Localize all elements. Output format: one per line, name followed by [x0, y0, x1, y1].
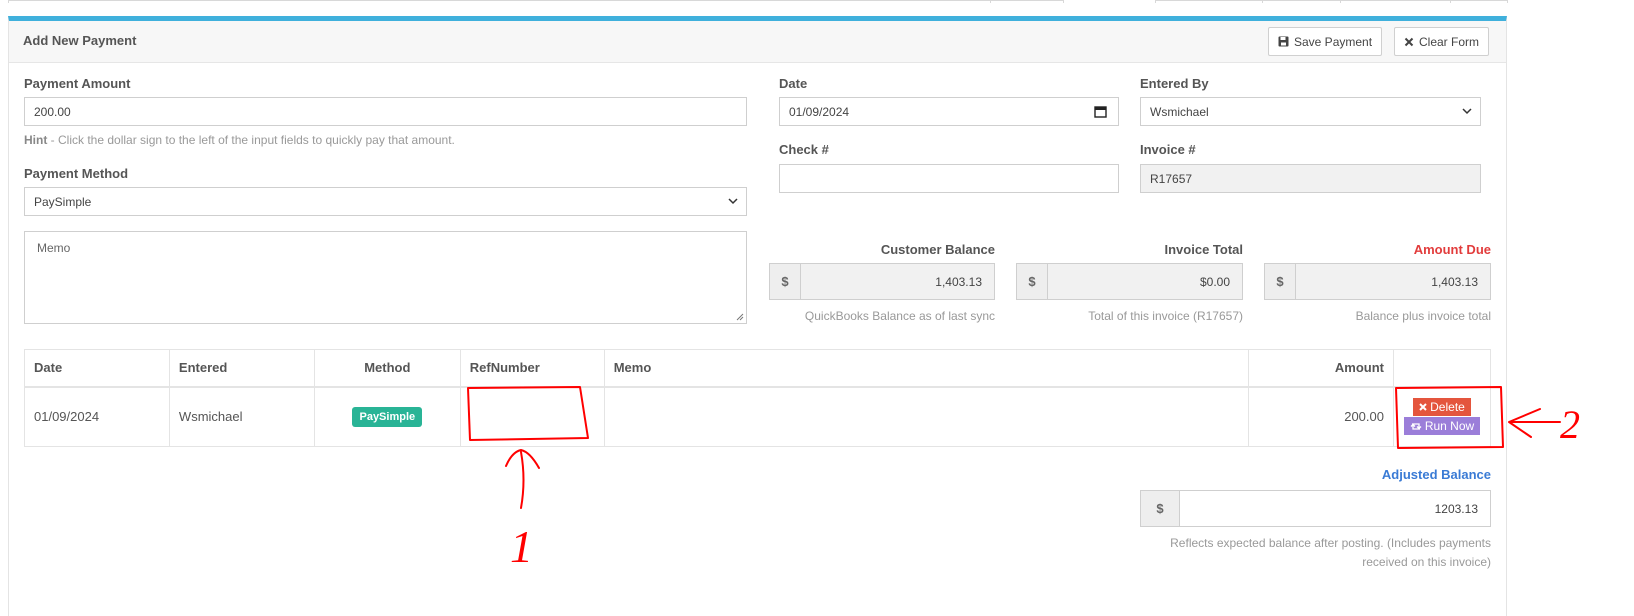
customer-balance-value: 1,403.13 — [935, 274, 982, 289]
method-badge: PaySimple — [352, 406, 423, 427]
clear-form-label: Clear Form — [1419, 34, 1480, 49]
column-header-method: Method — [313, 349, 461, 388]
date-value: 01/09/2024 — [789, 104, 850, 119]
close-icon — [1419, 403, 1427, 411]
memo-placeholder: Memo — [37, 241, 71, 255]
adjusted-balance-label: Adjusted Balance — [1381, 467, 1491, 482]
payment-amount-label: Payment Amount — [24, 76, 131, 91]
invoice-total-note: Total of this invoice (R17657) — [1088, 309, 1243, 323]
entered-by-select[interactable]: Wsmichael — [1140, 97, 1481, 126]
column-header-amount: Amount — [1248, 349, 1394, 388]
customer-balance-field: 1,403.13 — [800, 263, 995, 300]
amount-due-field: 1,403.13 — [1295, 263, 1491, 300]
calendar-icon[interactable] — [1094, 105, 1107, 118]
close-icon — [1404, 37, 1414, 47]
annotation-label-2: 2 — [1560, 402, 1580, 447]
payment-amount-input[interactable]: 200.00 — [24, 97, 747, 126]
memo-textarea[interactable]: Memo — [24, 231, 747, 324]
payment-hint: Hint - Click the dollar sign to the left… — [24, 133, 455, 147]
cell-method: PaySimple — [313, 386, 461, 447]
cell-memo — [603, 386, 1250, 447]
amount-due-label: Amount Due — [1413, 242, 1491, 257]
panel-title: Add New Payment — [23, 33, 137, 48]
adjusted-balance-dollar: $ — [1140, 490, 1180, 527]
chevron-down-icon — [1462, 108, 1472, 115]
annotation-arrow-2 — [1508, 408, 1561, 438]
date-input[interactable]: 01/09/2024 — [779, 97, 1119, 126]
delete-button[interactable]: Delete — [1413, 398, 1471, 417]
adjusted-balance-value: 1203.13 — [1434, 501, 1478, 516]
table-row: 01/09/2024 Wsmichael PaySimple 200.00 De… — [24, 386, 1492, 447]
chevron-down-icon — [728, 198, 738, 205]
check-label: Check # — [779, 142, 829, 157]
column-header-memo: Memo — [603, 349, 1250, 388]
delete-label: Delete — [1430, 400, 1465, 415]
cell-entered: Wsmichael — [168, 386, 315, 447]
entered-by-value: Wsmichael — [1150, 104, 1209, 119]
adjusted-balance-field: 1203.13 — [1179, 490, 1491, 527]
payment-method-value: PaySimple — [34, 194, 92, 209]
cell-amount: 200.00 — [1248, 386, 1394, 447]
invoice-total-value: $0.00 — [1199, 274, 1230, 289]
entered-by-label: Entered By — [1140, 76, 1209, 91]
payment-amount-value: 200.00 — [34, 104, 71, 119]
amount-due-dollar-button[interactable]: $ — [1264, 263, 1296, 300]
date-label: Date — [779, 76, 808, 91]
cell-date: 01/09/2024 — [24, 386, 170, 447]
resize-handle-icon[interactable] — [736, 313, 744, 321]
invoice-total-label: Invoice Total — [1164, 242, 1244, 257]
save-payment-button[interactable]: Save Payment — [1268, 27, 1383, 56]
clear-form-button[interactable]: Clear Form — [1394, 27, 1490, 56]
adjusted-balance-note: Reflects expected balance after posting.… — [1100, 534, 1491, 572]
payment-method-label: Payment Method — [24, 166, 129, 181]
save-icon — [1278, 36, 1289, 47]
payment-method-select[interactable]: PaySimple — [24, 187, 747, 216]
table-header-row: Date Entered Method RefNumber Memo Amoun… — [24, 349, 1492, 388]
payments-table: Date Entered Method RefNumber Memo Amoun… — [24, 349, 1492, 447]
amount-due-note: Balance plus invoice total — [1355, 309, 1491, 323]
adjusted-note-line1: Reflects expected balance after posting.… — [1170, 536, 1491, 550]
check-input[interactable] — [779, 164, 1119, 193]
save-payment-label: Save Payment — [1294, 34, 1373, 49]
run-now-button[interactable]: Run Now — [1403, 417, 1481, 436]
customer-balance-dollar-button[interactable]: $ — [769, 263, 801, 300]
column-header-refnumber: RefNumber — [459, 349, 605, 388]
invoice-value: R17657 — [1150, 171, 1193, 186]
customer-balance-note: QuickBooks Balance as of last sync — [804, 309, 995, 323]
hint-prefix: Hint — [24, 133, 48, 147]
invoice-total-field: $0.00 — [1047, 263, 1243, 300]
invoice-input[interactable]: R17657 — [1140, 164, 1481, 193]
column-header-entered: Entered — [168, 349, 315, 388]
adjusted-note-line2: received on this invoice) — [1362, 555, 1491, 569]
cell-actions: Delete Run Now — [1392, 386, 1492, 447]
invoice-label: Invoice # — [1140, 142, 1196, 157]
top-strip — [0, 0, 1634, 3]
retweet-icon — [1410, 423, 1422, 430]
amount-due-value: 1,403.13 — [1431, 274, 1478, 289]
column-header-actions — [1392, 349, 1492, 388]
run-now-label: Run Now — [1424, 419, 1475, 434]
panel-header: Add New Payment Save Payment Clear Form — [9, 21, 1506, 63]
column-header-date: Date — [24, 349, 170, 388]
cell-refnumber — [459, 386, 605, 447]
invoice-total-dollar-button[interactable]: $ — [1016, 263, 1048, 300]
hint-text: - Click the dollar sign to the left of t… — [47, 133, 455, 147]
customer-balance-label: Customer Balance — [880, 242, 995, 257]
